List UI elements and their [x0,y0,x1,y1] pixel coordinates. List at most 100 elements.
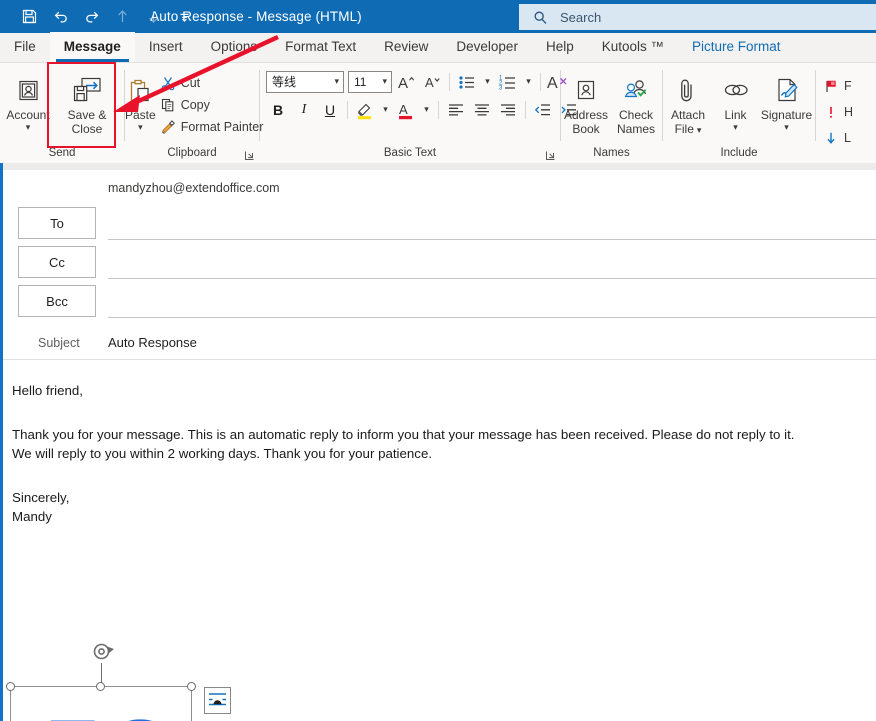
tab-help[interactable]: Help [532,32,588,62]
from-address[interactable]: mandyzhou@extendoffice.com [108,181,280,195]
signature-logo-image[interactable]: EO Professional Office Add-ins [11,687,191,721]
account-icon [13,74,43,108]
check-names-button[interactable]: Check Names [611,68,661,136]
body-paragraph-line1[interactable]: Thank you for your message. This is an a… [12,425,794,444]
cc-field-underline [108,278,876,279]
svg-text:A: A [547,75,558,92]
bold-button[interactable]: B [266,98,290,121]
link-button[interactable]: Link ▾ [713,68,758,132]
rotate-handle-icon[interactable] [92,642,116,664]
format-painter-button[interactable]: Format Painter [156,116,268,138]
bullets-button[interactable] [455,70,479,93]
resize-handle-top-center[interactable] [96,682,105,691]
flag-icon [826,80,836,92]
font-color-button[interactable]: A [394,98,418,121]
cut-button[interactable]: Cut [156,72,268,94]
paste-icon [125,74,155,108]
tab-picture-format[interactable]: Picture Format [678,32,795,62]
format-painter-icon [161,120,175,134]
account-label: Account [6,108,50,122]
save-close-button[interactable]: Save & Close [56,68,118,136]
text-highlight-color-button[interactable] [353,98,377,121]
ribbon-group-basic-text-label: Basic Text [260,146,560,163]
check-names-label-line1: Check [618,108,653,122]
resize-handle-top-left[interactable] [6,682,15,691]
ribbon: Account ▾ Save & Close Send Paste ▾ Cut … [0,63,876,163]
body-paragraph-line2[interactable]: We will reply to you within 2 working da… [12,444,432,463]
format-painter-label: Format Painter [180,120,264,134]
copy-icon [161,98,174,112]
title-bar: Auto Response - Message (HTML) Search [0,0,876,33]
chevron-down-icon[interactable]: ▾ [733,122,738,132]
tab-insert[interactable]: Insert [135,32,197,62]
search-input[interactable]: Search [560,10,601,25]
ribbon-group-clipboard-label: Clipboard [125,146,259,163]
font-size-combo[interactable]: 11 ▾ [348,70,392,93]
tab-file[interactable]: File [0,32,50,62]
to-button[interactable]: To [18,207,96,239]
attach-file-button[interactable]: Attach File ▾ [663,68,713,136]
tab-format-text[interactable]: Format Text [271,32,370,62]
cc-button[interactable]: Cc [18,246,96,278]
high-importance-button[interactable]: H [824,100,853,124]
save-close-label-line2: Close [71,121,103,136]
compose-area: mandyzhou@extendoffice.com To Cc Bcc Sub… [0,163,876,721]
align-right-button[interactable] [496,98,520,121]
low-importance-icon [827,132,835,144]
ribbon-group-names-label: Names [593,147,630,159]
font-name-combo[interactable]: 等线 ▾ [266,70,344,93]
subject-input[interactable]: Auto Response [108,335,197,350]
font-size-value: 11 [354,74,367,89]
align-center-button[interactable] [470,98,494,121]
follow-up-button[interactable]: F [824,74,853,98]
cut-label: Cut [180,76,201,90]
body-signer[interactable]: Mandy [12,507,52,526]
underline-button[interactable]: U [318,98,342,121]
italic-button[interactable]: I [292,98,316,121]
grow-font-button[interactable]: A [394,70,418,93]
bullets-dropdown[interactable]: ▾ [481,70,494,93]
clipboard-dialog-launcher[interactable] [243,150,255,162]
attach-file-label-line2: File [674,121,694,136]
ribbon-group-send: Account ▾ Save & Close Send [0,63,124,163]
chevron-down-icon[interactable]: ▾ [378,76,387,87]
numbering-button[interactable]: 123 [496,70,520,93]
chevron-down-icon[interactable]: ▾ [26,122,31,132]
address-book-button[interactable]: Address Book [561,68,611,136]
chevron-down-icon[interactable]: ▾ [784,122,789,132]
font-color-dropdown[interactable]: ▾ [420,98,433,121]
highlight-dropdown[interactable]: ▾ [379,98,392,121]
chevron-down-icon[interactable]: ▾ [138,122,143,132]
tab-message[interactable]: Message [49,32,135,62]
window-title: Auto Response - Message (HTML) [150,9,362,24]
link-label: Link [724,108,747,122]
tab-kutools[interactable]: Kutools ™ [588,32,678,62]
tab-options[interactable]: Options [197,32,272,62]
svg-text:A: A [399,102,408,117]
copy-label: Copy [180,98,210,112]
body-greeting[interactable]: Hello friend, [12,381,83,400]
shrink-font-button[interactable]: A [420,70,444,93]
copy-button[interactable]: Copy [156,94,268,116]
link-icon [720,74,752,108]
font-name-value: 等线 [272,75,297,89]
low-importance-button[interactable]: L [824,126,853,150]
body-signoff[interactable]: Sincerely, [12,488,69,507]
account-button[interactable]: Account ▾ [0,68,56,132]
layout-options-button[interactable] [204,687,231,714]
signature-button[interactable]: Signature ▾ [758,68,815,132]
paste-button[interactable]: Paste ▾ [125,68,156,132]
decrease-indent-button[interactable] [531,98,555,121]
tab-developer[interactable]: Developer [442,32,532,62]
numbering-dropdown[interactable]: ▾ [522,70,535,93]
tab-review[interactable]: Review [370,32,442,62]
search-box[interactable]: Search [519,4,876,30]
logo-text: EO [43,711,179,721]
align-left-button[interactable] [444,98,468,121]
chevron-down-icon[interactable]: ▾ [697,125,702,135]
bcc-button[interactable]: Bcc [18,285,96,317]
basic-text-dialog-launcher[interactable] [544,150,556,162]
save-and-close-icon [70,74,104,108]
resize-handle-top-right[interactable] [187,682,196,691]
chevron-down-icon[interactable]: ▾ [330,76,339,87]
